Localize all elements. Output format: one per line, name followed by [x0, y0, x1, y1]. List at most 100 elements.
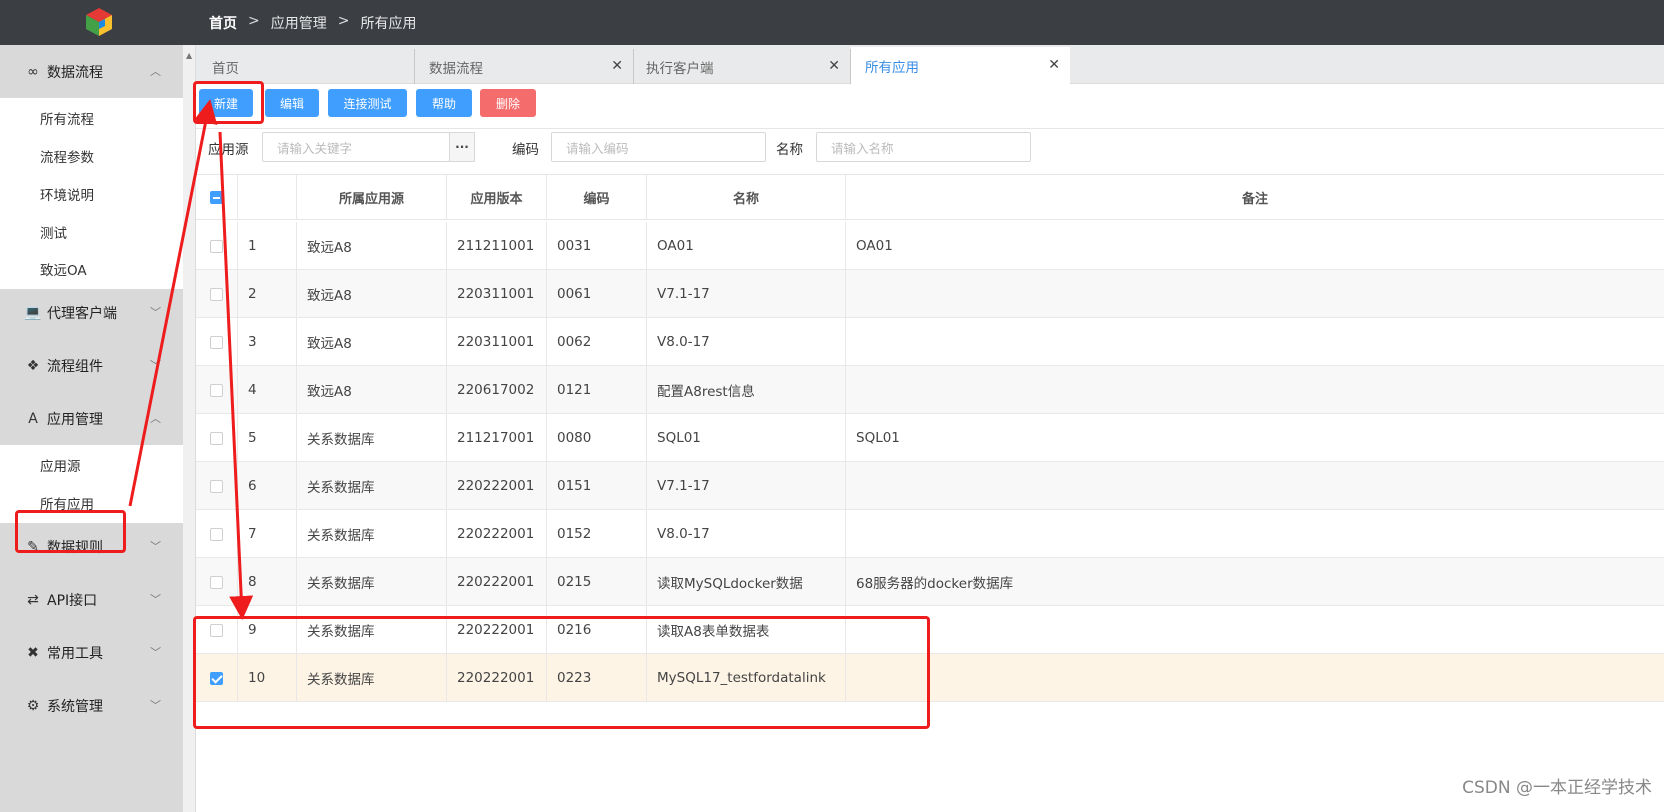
- chevron-up-icon: ︿: [150, 412, 161, 425]
- header-remark[interactable]: 备注: [846, 175, 1664, 220]
- row-checkbox[interactable]: [210, 527, 223, 541]
- breadcrumb-home[interactable]: 首页: [209, 13, 237, 33]
- cell-version: 220222001: [447, 462, 547, 510]
- chevron-down-icon: ﹀: [150, 699, 161, 712]
- close-icon[interactable]: ✕: [611, 58, 623, 74]
- tab-bar: 首页 数据流程 ✕ 执行客户端 ✕ 所有应用 ✕: [196, 45, 1664, 84]
- code-label: 编码: [512, 142, 539, 158]
- row-checkbox-cell[interactable]: [196, 414, 238, 462]
- sidebar-group-api[interactable]: ⇄ API接口 ﹀: [0, 573, 183, 626]
- tab-data-flow[interactable]: 数据流程 ✕: [415, 49, 634, 84]
- table-row[interactable]: 2 致远A8 220311001 0061 V7.1-17: [196, 270, 1664, 318]
- app-source-input[interactable]: 请输入关键字: [262, 132, 450, 162]
- cell-version: 211217001: [447, 414, 547, 462]
- sidebar-group-flow-components[interactable]: ❖ 流程组件 ﹀: [0, 339, 183, 392]
- header-code[interactable]: 编码: [547, 175, 647, 220]
- row-checkbox[interactable]: [210, 287, 223, 301]
- cell-remark: [846, 318, 1664, 366]
- cell-source: 关系数据库: [297, 462, 447, 510]
- sidebar-item-flow-params[interactable]: 流程参数: [0, 136, 183, 176]
- annotation-box-new: [193, 81, 264, 124]
- cell-source: 致远A8: [297, 270, 447, 318]
- header-version[interactable]: 应用版本: [447, 175, 547, 220]
- watermark: CSDN @一本正经学技术: [1462, 778, 1652, 798]
- table-header: 所属应用源 应用版本 编码 名称 备注: [196, 175, 1664, 220]
- sidebar-group-tools[interactable]: ✖ 常用工具 ﹀: [0, 626, 183, 679]
- tab-exec-client[interactable]: 执行客户端 ✕: [634, 49, 851, 84]
- header-name[interactable]: 名称: [647, 175, 846, 220]
- close-icon[interactable]: ✕: [828, 58, 840, 74]
- breadcrumb: 首页 > 应用管理 > 所有应用: [209, 13, 416, 33]
- edit-button[interactable]: 编辑: [265, 89, 319, 117]
- sidebar-item-seeyon-oa[interactable]: 致远OA: [0, 249, 183, 289]
- cell-code: 0151: [547, 462, 647, 510]
- row-checkbox-cell[interactable]: [196, 270, 238, 318]
- app-source-label: 应用源: [208, 142, 249, 158]
- select-all-checkbox-cell[interactable]: [196, 175, 238, 220]
- row-checkbox[interactable]: [210, 335, 223, 349]
- table-row[interactable]: 1 致远A8 211211001 0031 OA01 OA01: [196, 222, 1664, 270]
- scroll-up-icon[interactable]: ▲: [186, 51, 192, 60]
- cubes-icon: ❖: [26, 357, 40, 374]
- chevron-down-icon: ﹀: [150, 593, 161, 606]
- cell-version: 220222001: [447, 510, 547, 558]
- connection-test-button[interactable]: 连接测试: [328, 89, 407, 117]
- table-row[interactable]: 3 致远A8 220311001 0062 V8.0-17: [196, 318, 1664, 366]
- row-checkbox[interactable]: [210, 239, 223, 253]
- cell-remark: 68服务器的docker数据库: [856, 576, 1014, 592]
- tools-icon: ✖: [27, 644, 39, 661]
- close-icon[interactable]: ✕: [1048, 57, 1060, 73]
- select-all-checkbox[interactable]: [210, 191, 223, 204]
- sidebar-item-env-notes[interactable]: 环境说明: [0, 174, 183, 214]
- cell-no: 8: [238, 558, 297, 606]
- row-checkbox[interactable]: [210, 479, 223, 493]
- row-checkbox-cell[interactable]: [196, 366, 238, 414]
- delete-button[interactable]: 删除: [480, 89, 536, 117]
- app-logo-icon[interactable]: [84, 6, 114, 38]
- sidebar-group-app-management[interactable]: A 应用管理 ︿: [0, 392, 183, 445]
- sidebar-item-app-source[interactable]: 应用源: [0, 445, 183, 485]
- cell-version: 220311001: [447, 270, 547, 318]
- table-row[interactable]: 6 关系数据库 220222001 0151 V7.1-17: [196, 462, 1664, 510]
- row-checkbox[interactable]: [210, 383, 223, 397]
- sidebar-group-system[interactable]: ⚙ 系统管理 ﹀: [0, 679, 183, 732]
- sidebar-item-all-flows[interactable]: 所有流程: [0, 98, 183, 138]
- more-options-button[interactable]: ···: [449, 132, 475, 162]
- row-checkbox[interactable]: [210, 575, 223, 589]
- cell-no: 5: [238, 414, 297, 462]
- help-button[interactable]: 帮助: [416, 89, 472, 117]
- cell-name: V8.0-17: [647, 510, 846, 558]
- tab-home[interactable]: 首页: [196, 49, 415, 84]
- row-checkbox-cell[interactable]: [196, 510, 238, 558]
- cell-remark: [846, 462, 1664, 510]
- breadcrumb-level1[interactable]: 应用管理: [271, 13, 327, 33]
- sidebar-group-agent-client[interactable]: 💻 代理客户端 ﹀: [0, 286, 183, 339]
- cell-source: 致远A8: [297, 222, 447, 270]
- row-checkbox-cell[interactable]: [196, 462, 238, 510]
- cell-name: 配置A8rest信息: [647, 366, 846, 414]
- gear-icon: ⚙: [26, 697, 40, 714]
- name-input[interactable]: 请输入名称: [816, 132, 1031, 162]
- sidebar-group-label: 系统管理: [47, 698, 103, 715]
- cell-remark: OA01: [856, 238, 893, 254]
- sidebar-group-data-flow[interactable]: ∞ 数据流程 ︿: [0, 45, 183, 98]
- tab-all-apps[interactable]: 所有应用 ✕: [851, 47, 1070, 84]
- cell-no: 2: [238, 270, 297, 318]
- row-checkbox-cell[interactable]: [196, 318, 238, 366]
- breadcrumb-level2: 所有应用: [360, 16, 417, 32]
- sidebar-item-test[interactable]: 测试: [0, 212, 183, 252]
- cell-code: 0080: [547, 414, 647, 462]
- cell-code: 0031: [547, 222, 647, 270]
- row-checkbox-cell[interactable]: [196, 558, 238, 606]
- cell-name: SQL01: [647, 414, 846, 462]
- swap-arrows-icon: ⇄: [27, 591, 39, 608]
- code-input[interactable]: 请输入编码: [551, 132, 766, 162]
- header-app-source[interactable]: 所属应用源: [297, 175, 447, 220]
- table-row[interactable]: 7 关系数据库 220222001 0152 V8.0-17: [196, 510, 1664, 558]
- table-row[interactable]: 4 致远A8 220617002 0121 配置A8rest信息: [196, 366, 1664, 414]
- row-checkbox[interactable]: [210, 431, 223, 445]
- table-row[interactable]: 5 关系数据库 211217001 0080 SQL01 SQL01: [196, 414, 1664, 462]
- row-checkbox-cell[interactable]: [196, 222, 238, 270]
- table-row[interactable]: 8 关系数据库 220222001 0215 读取MySQLdocker数据 68服务器的…: [196, 558, 1664, 606]
- cell-name: V8.0-17: [647, 318, 846, 366]
